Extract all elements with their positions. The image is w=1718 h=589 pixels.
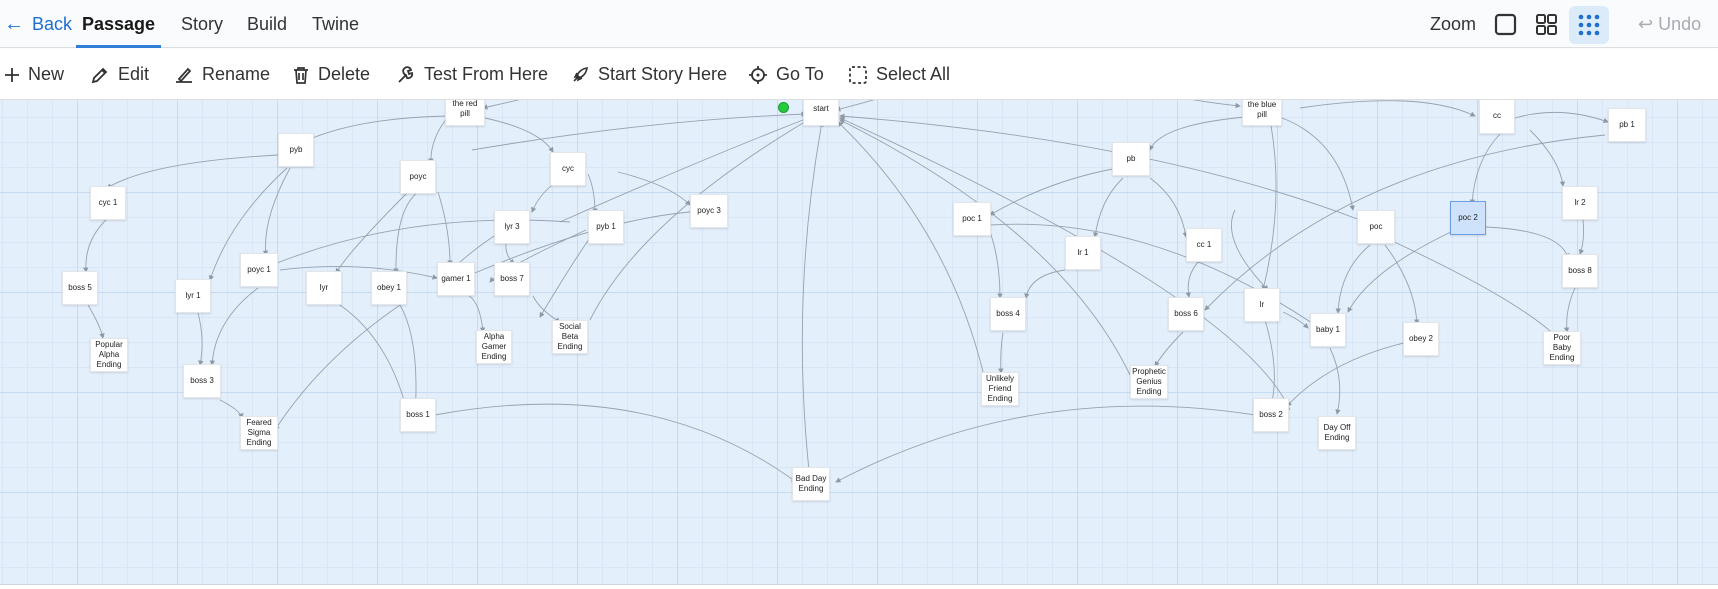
passage-start[interactable]: start bbox=[803, 100, 839, 126]
zoom-label: Zoom bbox=[1430, 14, 1477, 34]
passage-pb-1[interactable]: pb 1 bbox=[1608, 108, 1646, 142]
passage-boss-2[interactable]: boss 2 bbox=[1253, 398, 1289, 432]
passage-poyc-1[interactable]: poyc 1 bbox=[240, 253, 278, 287]
back-label: Back bbox=[32, 14, 73, 34]
passage-lyr[interactable]: lyr bbox=[306, 271, 342, 305]
passage-prophetic-genius-ending[interactable]: Prophetic Genius Ending bbox=[1130, 365, 1168, 399]
passage-poyc[interactable]: poyc bbox=[400, 160, 436, 194]
tab-passage[interactable]: Passage bbox=[76, 0, 162, 48]
tab-twine[interactable]: Twine bbox=[312, 0, 359, 48]
passage-day-off-ending[interactable]: Day Off Ending bbox=[1318, 416, 1356, 450]
passage-lr[interactable]: lr bbox=[1244, 288, 1280, 322]
passage-boss-8[interactable]: boss 8 bbox=[1562, 254, 1598, 288]
start-story-here-button[interactable]: Start Story Here bbox=[570, 49, 727, 100]
pencil-icon bbox=[91, 67, 108, 83]
passage-baby-1[interactable]: baby 1 bbox=[1310, 313, 1346, 347]
tab-build[interactable]: Build bbox=[247, 0, 287, 48]
select-all-button[interactable]: Select All bbox=[848, 49, 950, 100]
passage-bad-day-ending[interactable]: Bad Day Ending bbox=[792, 467, 830, 501]
rocket-icon bbox=[573, 66, 588, 82]
wrench-icon bbox=[398, 65, 414, 83]
passage-gamer-1[interactable]: gamer 1 bbox=[437, 262, 475, 296]
passage-unlikely-friend-ending[interactable]: Unlikely Friend Ending bbox=[981, 372, 1019, 406]
plus-icon bbox=[5, 67, 19, 82]
zoom-60-button[interactable] bbox=[1527, 6, 1567, 44]
passage-obey-1[interactable]: obey 1 bbox=[371, 271, 407, 305]
passage-pyb[interactable]: pyb bbox=[278, 133, 314, 167]
test-from-here-button[interactable]: Test From Here bbox=[396, 49, 548, 100]
dashed-square-icon bbox=[849, 65, 867, 84]
passage-boss-7[interactable]: boss 7 bbox=[494, 262, 530, 296]
delete-button[interactable]: Delete bbox=[292, 49, 370, 100]
delete-label: Delete bbox=[318, 64, 371, 84]
zoom-100-button[interactable] bbox=[1485, 6, 1525, 44]
passage-boss-3[interactable]: boss 3 bbox=[183, 364, 221, 398]
go-to-button[interactable]: Go To bbox=[748, 49, 824, 100]
passage-links bbox=[83, 100, 1609, 483]
arrow-left-icon: ← bbox=[4, 13, 24, 35]
passage-poc[interactable]: poc bbox=[1357, 210, 1395, 244]
crosshair-icon bbox=[749, 65, 767, 84]
story-map-canvas[interactable]: the red pill start the blue pill cc pb 1… bbox=[0, 100, 1718, 589]
passage-social-beta-ending[interactable]: Social Beta Ending bbox=[552, 320, 588, 354]
zoom-30-button[interactable] bbox=[1569, 6, 1609, 44]
undo-label: Undo bbox=[1658, 14, 1702, 34]
tab-story[interactable]: Story bbox=[181, 0, 223, 48]
new-label: New bbox=[28, 64, 65, 84]
new-button[interactable]: New bbox=[4, 49, 64, 100]
passage-feared-sigma-ending[interactable]: Feared Sigma Ending bbox=[240, 416, 278, 450]
bottom-border bbox=[0, 584, 1718, 589]
go-to-label: Go To bbox=[776, 64, 824, 84]
passage-cyc-1[interactable]: cyc 1 bbox=[90, 186, 126, 220]
start-story-here-label: Start Story Here bbox=[598, 64, 728, 84]
passage-poc-2[interactable]: poc 2 bbox=[1450, 201, 1486, 235]
top-bar: ← Back Passage Story Build Twine Zoom ↩ U… bbox=[0, 0, 1718, 48]
passage-boss-1[interactable]: boss 1 bbox=[400, 398, 436, 432]
grid-3x3-icon bbox=[1578, 14, 1600, 36]
passage-cc-1[interactable]: cc 1 bbox=[1186, 228, 1222, 262]
back-button[interactable]: ← Back bbox=[4, 0, 72, 48]
passage-poc-1[interactable]: poc 1 bbox=[953, 202, 991, 236]
undo-button[interactable]: ↩ Undo bbox=[1638, 0, 1701, 48]
undo-icon: ↩ bbox=[1638, 14, 1654, 34]
trash-icon bbox=[294, 66, 308, 84]
passage-cyc[interactable]: cyc bbox=[550, 152, 586, 186]
start-passage-marker bbox=[778, 102, 789, 113]
passage-lyr-3[interactable]: lyr 3 bbox=[494, 210, 530, 244]
passage-boss-4[interactable]: boss 4 bbox=[990, 297, 1026, 331]
passage-boss-5[interactable]: boss 5 bbox=[62, 271, 98, 305]
passage-the-red-pill[interactable]: the red pill bbox=[445, 100, 485, 126]
passage-alpha-gamer-ending[interactable]: Alpha Gamer Ending bbox=[476, 330, 512, 364]
passage-pb[interactable]: pb bbox=[1112, 142, 1150, 176]
passage-lr-1[interactable]: lr 1 bbox=[1065, 236, 1101, 270]
passage-boss-6[interactable]: boss 6 bbox=[1168, 297, 1204, 331]
passage-poyc-3[interactable]: poyc 3 bbox=[690, 194, 728, 228]
passage-lyr-1[interactable]: lyr 1 bbox=[175, 279, 211, 313]
passage-pyb-1[interactable]: pyb 1 bbox=[588, 210, 624, 244]
passage-obey-2[interactable]: obey 2 bbox=[1403, 322, 1439, 356]
passage-popular-alpha-ending[interactable]: Popular Alpha Ending bbox=[90, 338, 128, 372]
square-icon bbox=[1494, 13, 1517, 36]
rename-label: Rename bbox=[202, 64, 271, 84]
signature-icon bbox=[176, 67, 192, 83]
passage-poor-baby-ending[interactable]: Poor Baby Ending bbox=[1543, 331, 1581, 365]
edit-button[interactable]: Edit bbox=[90, 49, 149, 100]
passage-toolbar: New Edit Rename Delete Test From Here St… bbox=[0, 49, 1718, 100]
select-all-label: Select All bbox=[876, 64, 951, 84]
passage-the-blue-pill[interactable]: the blue pill bbox=[1242, 100, 1282, 126]
passage-lr-2[interactable]: lr 2 bbox=[1562, 186, 1598, 220]
test-from-here-label: Test From Here bbox=[424, 64, 549, 84]
edit-label: Edit bbox=[118, 64, 150, 84]
rename-button[interactable]: Rename bbox=[174, 49, 270, 100]
grid-2x2-icon bbox=[1536, 14, 1557, 35]
passage-cc[interactable]: cc bbox=[1479, 100, 1515, 134]
